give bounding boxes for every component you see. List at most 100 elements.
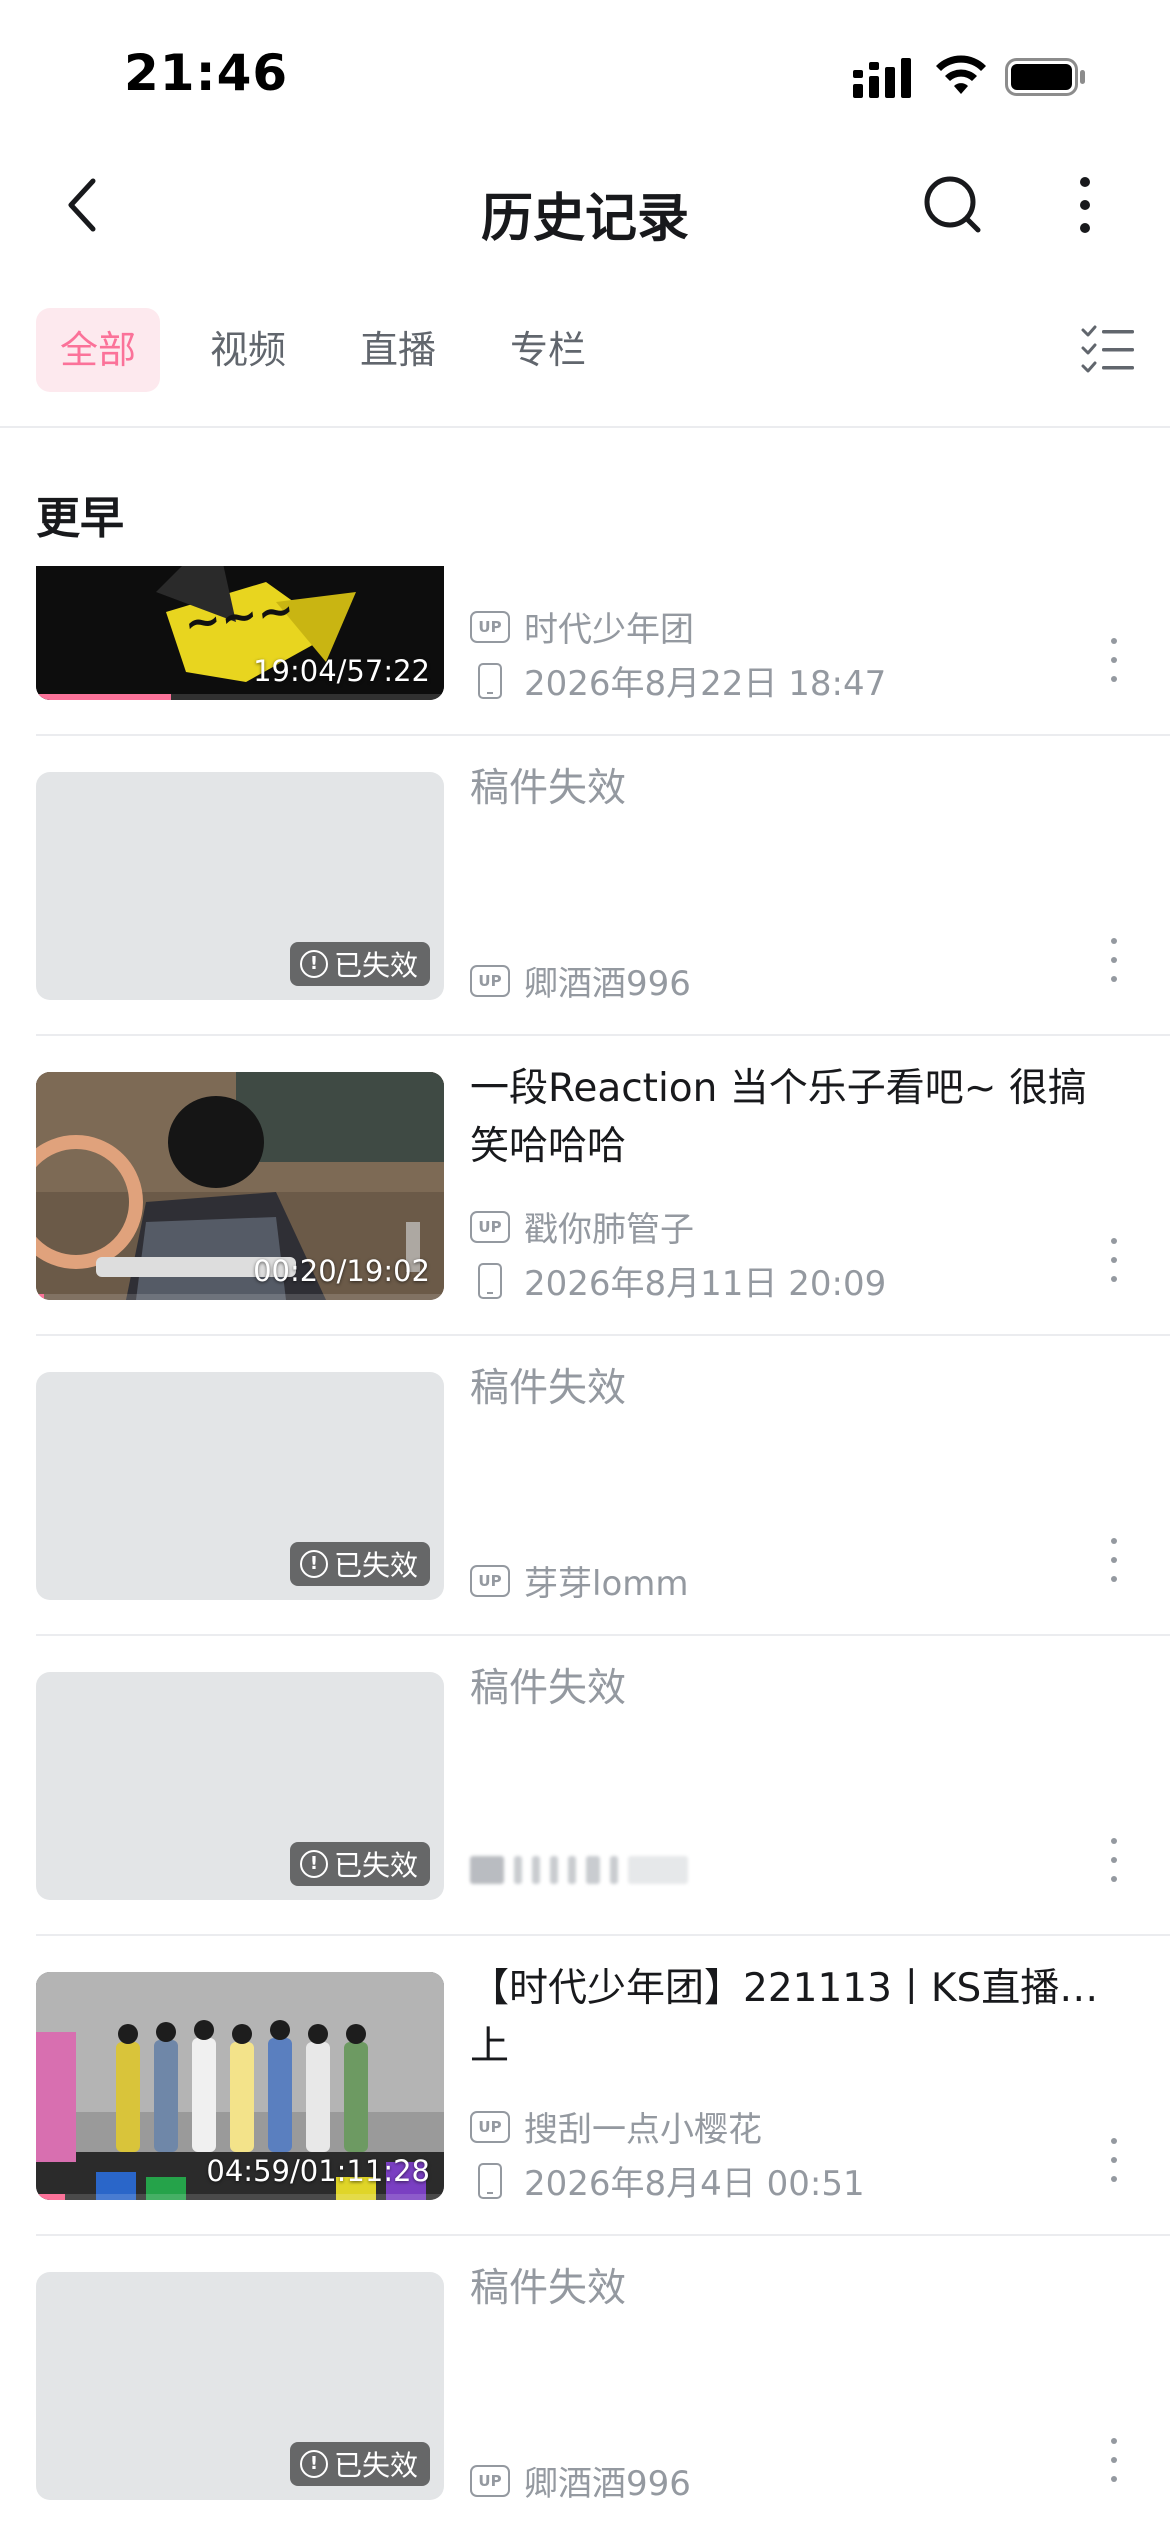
search-button[interactable] <box>918 170 988 240</box>
up-icon: UP <box>470 2464 510 2497</box>
watch-time-row: 2026年8月22日 18:47 <box>470 656 886 705</box>
item-info: UP 时代少年团 2026年8月22日 18:47 <box>470 566 1120 710</box>
item-more-button[interactable] <box>1106 2438 1122 2482</box>
video-thumbnail[interactable]: 04:59/01:11:28 <box>36 1972 444 2200</box>
alert-icon: ! <box>299 2450 328 2478</box>
progress-bar <box>36 694 444 700</box>
invalid-badge: ! 已失效 <box>289 1542 430 1586</box>
watch-time-row: 2026年8月11日 20:09 <box>470 1256 886 1305</box>
progress-fill <box>36 1294 45 1300</box>
alert-icon: ! <box>299 950 328 978</box>
history-list[interactable]: ~~~ 19:04/57:22 UP 时代少年团 2026年8月22日 18:4… <box>0 566 1170 2532</box>
invalid-badge: ! 已失效 <box>289 2442 430 2486</box>
nav-bar: 历史记录 <box>0 140 1170 270</box>
item-more-button[interactable] <box>1106 1538 1122 1582</box>
duration-label: 04:59/01:11:28 <box>206 2154 430 2188</box>
history-item[interactable]: ! 已失效 稿件失效 UP 芽芽lomm <box>0 1336 1170 1636</box>
invalid-badge: ! 已失效 <box>289 942 430 986</box>
uploader-row[interactable]: UP 戳你肺管子 <box>470 1202 694 1251</box>
invalid-badge: ! 已失效 <box>289 1842 430 1886</box>
history-item[interactable]: 04:59/01:11:28 【时代少年团】221113丨KS直播…上 UP 搜… <box>0 1936 1170 2236</box>
more-button[interactable] <box>1060 170 1110 240</box>
video-title: 一段Reaction 当个乐子看吧~ 很搞笑哈哈哈 <box>470 1066 1087 1169</box>
video-thumbnail[interactable]: ! 已失效 <box>36 1672 444 1900</box>
tab-live[interactable]: 直播 <box>336 308 460 392</box>
blurred-uploader-name <box>470 1856 688 1884</box>
status-time: 21:46 <box>124 44 289 102</box>
uploader-row[interactable]: UP 卿酒酒996 <box>470 956 691 1005</box>
tab-divider <box>0 426 1170 428</box>
progress-bar <box>36 2194 444 2200</box>
uploader-name: 戳你肺管子 <box>524 1210 694 1250</box>
battery-icon <box>1005 58 1085 96</box>
history-item[interactable]: ~~~ 19:04/57:22 UP 时代少年团 2026年8月22日 18:4… <box>0 566 1170 736</box>
watch-time-row: 2026年8月4日 00:51 <box>470 2156 865 2205</box>
history-item[interactable]: ! 已失效 稿件失效 <box>0 1636 1170 1936</box>
item-more-button[interactable] <box>1106 1838 1122 1882</box>
watch-time: 2026年8月4日 00:51 <box>524 2164 865 2204</box>
up-icon: UP <box>470 2110 510 2143</box>
video-title: 稿件失效 <box>470 1666 627 1711</box>
video-title: 稿件失效 <box>470 2266 627 2311</box>
up-icon: UP <box>470 1564 510 1597</box>
phone-icon <box>478 2162 502 2199</box>
item-more-button[interactable] <box>1106 2138 1122 2182</box>
item-info: 稿件失效 UP 卿酒酒996 <box>470 2260 1120 2510</box>
item-info: 稿件失效 <box>470 1660 1120 1910</box>
tab-video[interactable]: 视频 <box>186 308 310 392</box>
watch-time: 2026年8月11日 20:09 <box>524 1264 887 1304</box>
tab-all[interactable]: 全部 <box>36 308 161 392</box>
alert-icon: ! <box>299 1850 328 1878</box>
video-thumbnail[interactable]: ! 已失效 <box>36 1372 444 1600</box>
video-thumbnail[interactable]: 00:20/19:02 <box>36 1072 444 1300</box>
section-header: 更早 <box>36 493 124 544</box>
tab-bar: 全部 视频 直播 专栏 <box>0 300 1170 430</box>
up-icon: UP <box>470 964 510 997</box>
video-thumbnail[interactable]: ! 已失效 <box>36 772 444 1000</box>
signal-icon <box>853 58 911 98</box>
uploader-name: 卿酒酒996 <box>524 964 691 1004</box>
history-item[interactable]: ! 已失效 稿件失效 UP 卿酒酒996 <box>0 736 1170 1036</box>
history-item[interactable]: 00:20/19:02 一段Reaction 当个乐子看吧~ 很搞笑哈哈哈 UP… <box>0 1036 1170 1336</box>
item-info: 一段Reaction 当个乐子看吧~ 很搞笑哈哈哈 UP 戳你肺管子 2026年… <box>470 1060 1120 1310</box>
up-icon: UP <box>470 610 510 643</box>
item-info: 【时代少年团】221113丨KS直播…上 UP 搜刮一点小樱花 2026年8月4… <box>470 1960 1120 2210</box>
uploader-name: 时代少年团 <box>524 610 694 650</box>
page-title: 历史记录 <box>480 189 689 249</box>
uploader-row[interactable]: UP 时代少年团 <box>470 602 694 651</box>
status-bar: 21:46 <box>0 0 1170 140</box>
progress-fill <box>36 694 171 700</box>
tab-article[interactable]: 专栏 <box>486 308 610 392</box>
video-title: 稿件失效 <box>470 766 627 811</box>
uploader-row[interactable] <box>470 1856 688 1884</box>
duration-label: 19:04/57:22 <box>253 654 430 688</box>
video-thumbnail[interactable]: ! 已失效 <box>36 2272 444 2500</box>
progress-fill <box>36 2194 65 2200</box>
uploader-name: 搜刮一点小樱花 <box>524 2110 762 2150</box>
item-more-button[interactable] <box>1106 938 1122 982</box>
uploader-row[interactable]: UP 芽芽lomm <box>470 1556 689 1605</box>
more-icon <box>1080 177 1090 233</box>
video-title: 稿件失效 <box>470 1366 627 1411</box>
uploader-name: 卿酒酒996 <box>524 2464 691 2504</box>
multi-select-icon[interactable] <box>1080 324 1136 376</box>
uploader-row[interactable]: UP 搜刮一点小樱花 <box>470 2102 762 2151</box>
video-thumbnail[interactable]: ~~~ 19:04/57:22 <box>36 566 444 700</box>
phone-icon <box>478 1262 502 1299</box>
wifi-icon <box>936 55 986 94</box>
watch-time: 2026年8月22日 18:47 <box>524 664 887 704</box>
item-info: 稿件失效 UP 卿酒酒996 <box>470 760 1120 1010</box>
item-more-button[interactable] <box>1106 1238 1122 1282</box>
item-more-button[interactable] <box>1106 638 1122 682</box>
progress-bar <box>36 1294 444 1300</box>
search-icon <box>924 176 981 233</box>
history-item[interactable]: ! 已失效 稿件失效 UP 卿酒酒996 <box>0 2236 1170 2532</box>
alert-icon: ! <box>299 1550 328 1578</box>
up-icon: UP <box>470 1210 510 1243</box>
uploader-row[interactable]: UP 卿酒酒996 <box>470 2456 691 2505</box>
uploader-name: 芽芽lomm <box>524 1564 689 1604</box>
video-title: 【时代少年团】221113丨KS直播…上 <box>470 1966 1099 2069</box>
item-info: 稿件失效 UP 芽芽lomm <box>470 1360 1120 1610</box>
phone-icon <box>478 662 502 699</box>
duration-label: 00:20/19:02 <box>253 1254 430 1288</box>
